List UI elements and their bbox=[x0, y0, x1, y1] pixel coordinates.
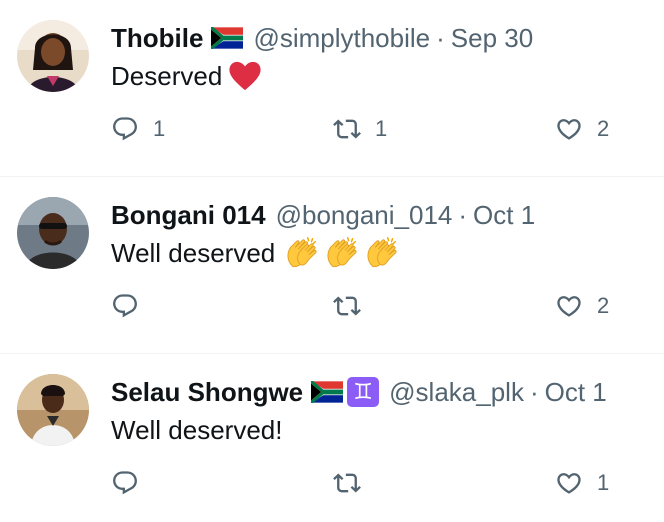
retweet-count: 1 bbox=[375, 116, 388, 141]
reply-button[interactable] bbox=[111, 292, 153, 320]
reply-button[interactable] bbox=[111, 469, 153, 497]
reply-icon bbox=[111, 292, 139, 320]
heart-icon bbox=[555, 469, 583, 497]
reply-item[interactable]: Bongani 014 @bongani_014 · Oct 1 Well de… bbox=[0, 177, 664, 354]
like-button[interactable]: 1 bbox=[555, 469, 609, 497]
avatar[interactable] bbox=[17, 197, 89, 269]
reply-icon bbox=[111, 469, 139, 497]
like-count: 1 bbox=[597, 470, 610, 495]
retweet-button[interactable] bbox=[333, 292, 375, 320]
reply-item[interactable]: Selau Shongwe ♊ @slaka_plk · Oct 1 Well … bbox=[0, 354, 664, 522]
red-heart-icon bbox=[229, 61, 261, 91]
reply-text: Deserved bbox=[111, 57, 262, 95]
action-bar: 1 bbox=[111, 469, 631, 509]
reply-text-content: Well deserved! bbox=[111, 415, 283, 445]
action-bar: 1 1 2 bbox=[111, 115, 631, 155]
like-count: 2 bbox=[597, 293, 610, 318]
user-handle[interactable]: @slaka_plk bbox=[389, 377, 524, 408]
retweet-icon bbox=[333, 469, 361, 497]
retweet-icon bbox=[333, 115, 361, 143]
south-africa-flag-icon bbox=[211, 27, 243, 49]
heart-icon bbox=[555, 115, 583, 143]
south-africa-flag-icon bbox=[311, 381, 343, 403]
replies-list: Thobile @simplythobile · Sep 30 Deserved… bbox=[0, 0, 664, 522]
clapping-hands-icon bbox=[363, 234, 401, 272]
avatar[interactable] bbox=[17, 374, 89, 446]
like-button[interactable]: 2 bbox=[555, 292, 609, 320]
reply-icon bbox=[111, 115, 139, 143]
clapping-hands-icon bbox=[323, 234, 361, 272]
reply-header: Bongani 014 @bongani_014 · Oct 1 bbox=[111, 197, 535, 233]
retweet-button[interactable]: 1 bbox=[333, 115, 387, 143]
retweet-button[interactable] bbox=[333, 469, 375, 497]
avatar[interactable] bbox=[17, 20, 89, 92]
timestamp[interactable]: Oct 1 bbox=[473, 200, 535, 231]
like-count: 2 bbox=[597, 116, 610, 141]
retweet-icon bbox=[333, 292, 361, 320]
display-name[interactable]: Selau Shongwe bbox=[111, 377, 303, 408]
separator-dot: · bbox=[529, 376, 539, 407]
separator-dot: · bbox=[436, 22, 445, 53]
display-name[interactable]: Bongani 014 bbox=[111, 200, 266, 231]
reply-header: Selau Shongwe ♊ @slaka_plk · Oct 1 bbox=[111, 374, 607, 410]
reply-text: Well deserved bbox=[111, 234, 401, 272]
heart-icon bbox=[555, 292, 583, 320]
reply-text-content: Well deserved bbox=[111, 238, 276, 268]
reply-count: 1 bbox=[153, 116, 166, 141]
reply-button[interactable]: 1 bbox=[111, 115, 165, 143]
action-bar: 2 bbox=[111, 292, 631, 332]
user-handle[interactable]: @bongani_014 bbox=[276, 200, 453, 231]
reply-text: Well deserved! bbox=[111, 411, 283, 449]
gemini-icon: ♊ bbox=[347, 377, 380, 407]
reply-item[interactable]: Thobile @simplythobile · Sep 30 Deserved… bbox=[0, 0, 664, 177]
like-button[interactable]: 2 bbox=[555, 115, 609, 143]
timestamp[interactable]: Oct 1 bbox=[545, 377, 607, 408]
display-name[interactable]: Thobile bbox=[111, 23, 203, 54]
user-handle[interactable]: @simplythobile bbox=[253, 23, 430, 54]
timestamp[interactable]: Sep 30 bbox=[451, 23, 533, 54]
reply-text-content: Deserved bbox=[111, 61, 223, 91]
separator-dot: · bbox=[458, 199, 468, 230]
clapping-hands-icon bbox=[283, 234, 321, 272]
reply-header: Thobile @simplythobile · Sep 30 bbox=[111, 20, 533, 56]
